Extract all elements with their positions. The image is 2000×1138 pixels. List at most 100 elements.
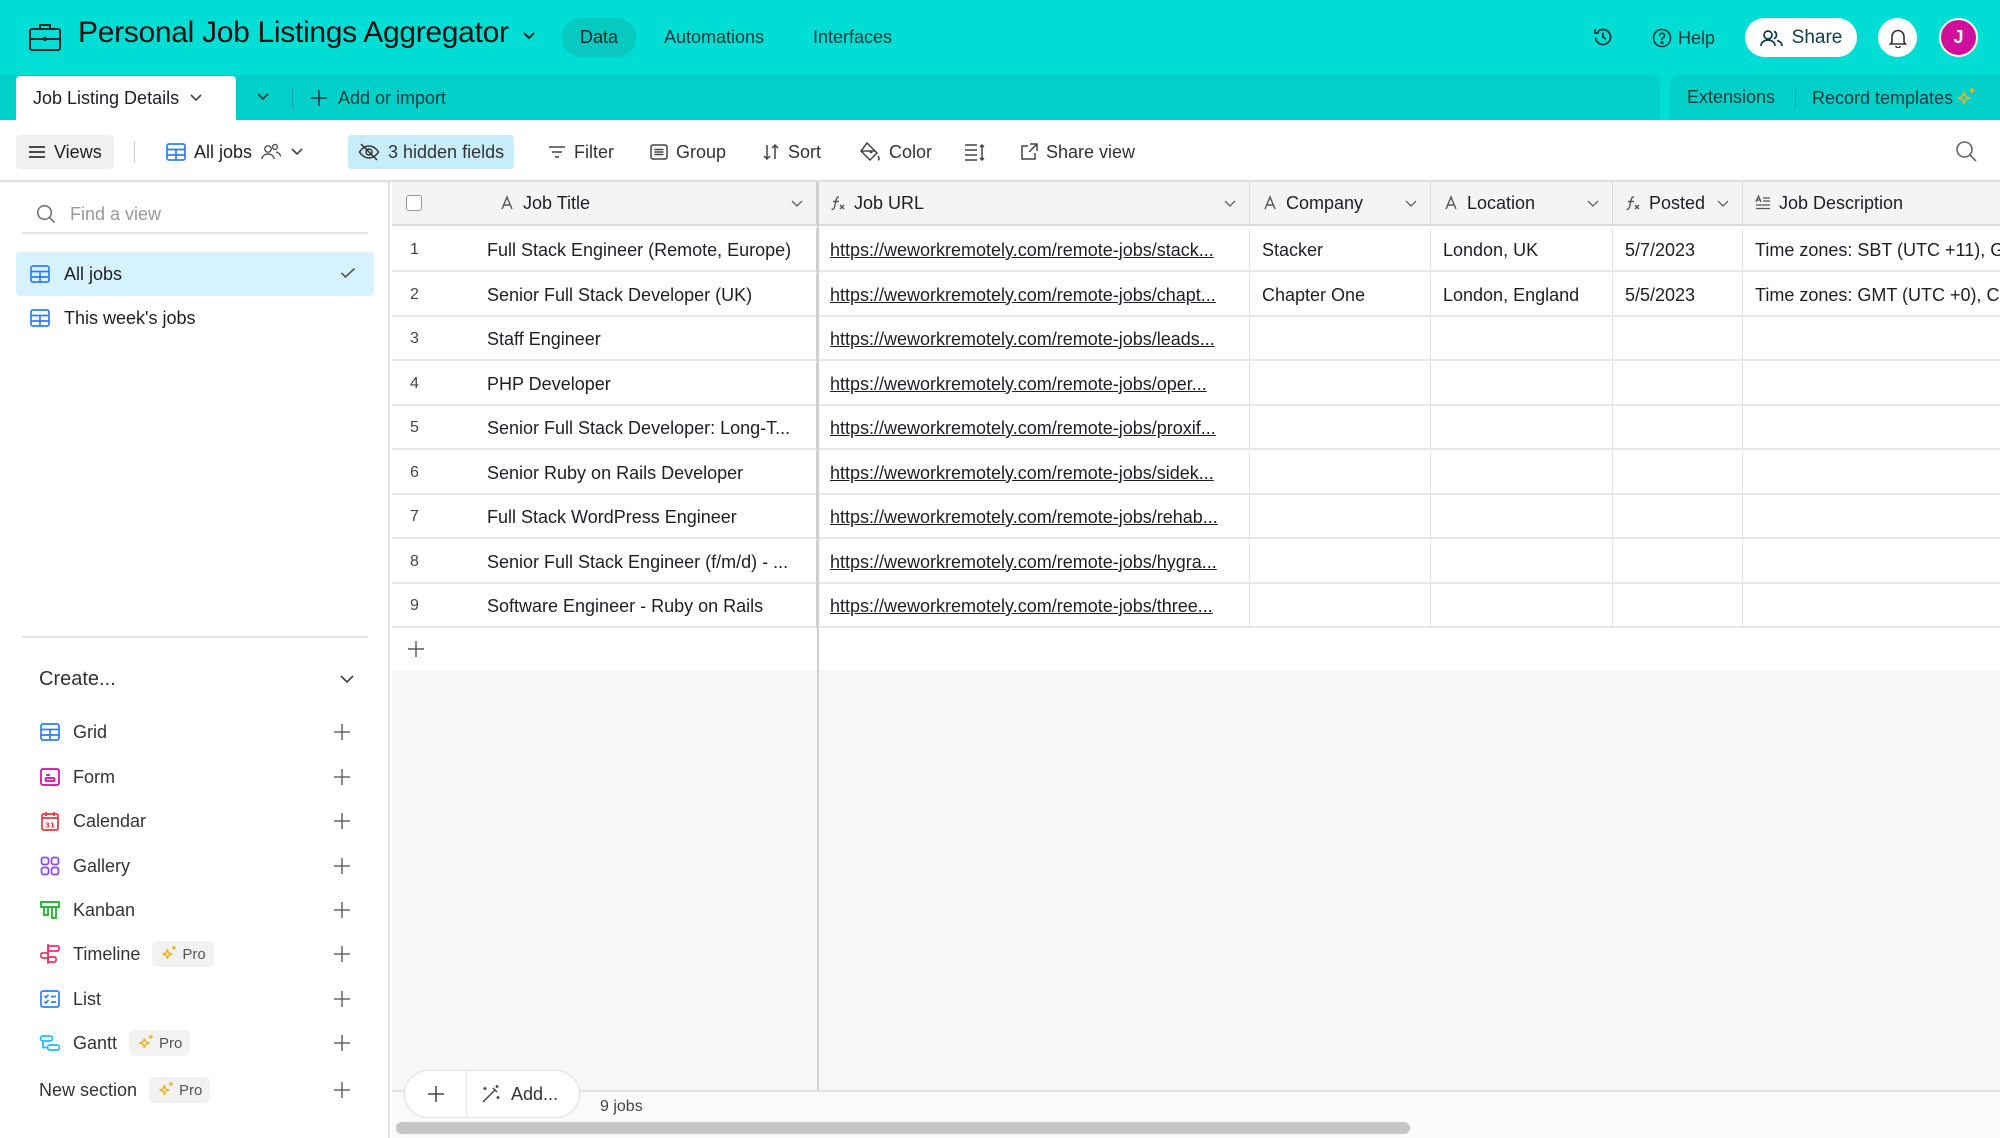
cell-url[interactable]: https://weworkremotely.com/remote-jobs/t…: [818, 584, 1250, 628]
cell-title[interactable]: Full Stack WordPress Engineer: [487, 495, 818, 539]
cell-posted[interactable]: [1613, 317, 1743, 361]
cell-desc[interactable]: Time zones: SBT (UTC +11), G: [1743, 228, 2000, 272]
cell-url[interactable]: https://weworkremotely.com/remote-jobs/s…: [818, 450, 1250, 495]
extensions-button[interactable]: Extensions: [1687, 87, 1775, 108]
base-title[interactable]: Personal Job Listings Aggregator: [78, 16, 509, 50]
cell-location[interactable]: London, UK: [1431, 228, 1613, 272]
cell-title[interactable]: Senior Full Stack Developer (UK): [487, 272, 818, 317]
cell-company[interactable]: [1250, 317, 1431, 361]
cell-location[interactable]: [1431, 495, 1613, 539]
chevron-down-icon[interactable]: [521, 30, 537, 42]
add-or-import-button[interactable]: Add or import: [310, 85, 446, 111]
tab-job-listing-details[interactable]: Job Listing Details: [16, 76, 236, 120]
cell-title[interactable]: Full Stack Engineer (Remote, Europe): [487, 228, 818, 272]
plus-icon[interactable]: [333, 1034, 351, 1052]
create-form[interactable]: Form: [39, 757, 355, 797]
create-kanban[interactable]: Kanban: [39, 890, 355, 930]
table-row[interactable]: 9 Software Engineer - Ruby on Rails https:…: [392, 584, 2000, 628]
cell-posted[interactable]: 5/7/2023: [1613, 228, 1743, 272]
nav-interfaces[interactable]: Interfaces: [795, 18, 910, 57]
cell-company[interactable]: [1250, 361, 1431, 406]
table-row[interactable]: 8 Senior Full Stack Engineer (f/m/d) - ..…: [392, 539, 2000, 584]
cell-posted[interactable]: [1613, 495, 1743, 539]
add-record-row[interactable]: [392, 628, 818, 670]
cell-desc[interactable]: [1743, 540, 2000, 584]
nav-automations[interactable]: Automations: [646, 18, 782, 57]
color-button[interactable]: Color: [849, 135, 942, 169]
chevron-down-icon[interactable]: [1223, 199, 1237, 209]
cell-posted[interactable]: 5/5/2023: [1613, 272, 1743, 317]
create-gallery[interactable]: Gallery: [39, 846, 355, 886]
column-header-job-url[interactable]: Job URL: [818, 182, 1250, 226]
view-item-this-weeks-jobs[interactable]: This week's jobs: [16, 296, 374, 340]
create-timeline[interactable]: Timeline Pro: [39, 934, 355, 974]
cell-desc[interactable]: Time zones: GMT (UTC +0), C: [1743, 273, 2000, 317]
plus-icon[interactable]: [333, 857, 351, 875]
create-calendar[interactable]: 31 Calendar: [39, 801, 355, 841]
column-header-posted[interactable]: Posted: [1613, 182, 1743, 226]
chevron-down-icon[interactable]: [1716, 199, 1730, 209]
plus-icon[interactable]: [333, 1081, 351, 1099]
chevron-down-icon[interactable]: [1404, 199, 1418, 209]
cell-company[interactable]: Stacker: [1250, 228, 1431, 272]
cell-location[interactable]: London, England: [1431, 272, 1613, 317]
column-header-company[interactable]: Company: [1250, 182, 1431, 226]
group-button[interactable]: Group: [640, 135, 736, 169]
share-view-button[interactable]: Share view: [1010, 135, 1145, 169]
cell-desc[interactable]: [1743, 451, 2000, 495]
cell-title[interactable]: Senior Full Stack Engineer (f/m/d) - ...: [487, 539, 818, 584]
nav-data[interactable]: Data: [562, 18, 637, 57]
plus-icon[interactable]: [333, 812, 351, 830]
cell-posted[interactable]: [1613, 450, 1743, 495]
cell-company[interactable]: [1250, 406, 1431, 450]
views-toggle-button[interactable]: Views: [16, 135, 114, 169]
create-grid[interactable]: Grid: [39, 712, 355, 752]
record-templates-button[interactable]: Record templates: [1812, 87, 1977, 109]
cell-url[interactable]: https://weworkremotely.com/remote-jobs/o…: [818, 361, 1250, 406]
cell-desc[interactable]: [1743, 406, 2000, 450]
column-header-job-description[interactable]: Job Description: [1743, 182, 2000, 226]
hidden-fields-button[interactable]: 3 hidden fields: [348, 135, 515, 169]
cell-url[interactable]: https://weworkremotely.com/remote-jobs/c…: [818, 272, 1250, 317]
plus-icon[interactable]: [333, 901, 351, 919]
cell-posted[interactable]: [1613, 584, 1743, 628]
cell-company[interactable]: [1250, 495, 1431, 539]
column-header-location[interactable]: Location: [1431, 182, 1613, 226]
cell-desc[interactable]: [1743, 362, 2000, 406]
cell-title[interactable]: Senior Full Stack Developer: Long-T...: [487, 406, 818, 450]
row-height-button[interactable]: [954, 135, 996, 169]
cell-desc[interactable]: [1743, 317, 2000, 361]
cell-location[interactable]: [1431, 584, 1613, 628]
chevron-down-icon[interactable]: [189, 93, 203, 103]
share-button[interactable]: Share: [1745, 18, 1857, 57]
cell-title[interactable]: Senior Ruby on Rails Developer: [487, 450, 818, 495]
cell-location[interactable]: [1431, 361, 1613, 406]
table-row[interactable]: 7 Full Stack WordPress Engineer https://we…: [392, 495, 2000, 539]
cell-company[interactable]: [1250, 450, 1431, 495]
cell-posted[interactable]: [1613, 539, 1743, 584]
plus-icon[interactable]: [333, 945, 351, 963]
column-header-job-title[interactable]: Job Title: [487, 182, 818, 226]
sort-button[interactable]: Sort: [752, 135, 831, 169]
cell-posted[interactable]: [1613, 406, 1743, 450]
create-list[interactable]: List: [39, 979, 355, 1019]
cell-url[interactable]: https://weworkremotely.com/remote-jobs/l…: [818, 317, 1250, 361]
cell-url[interactable]: https://weworkremotely.com/remote-jobs/p…: [818, 406, 1250, 450]
cell-title[interactable]: Staff Engineer: [487, 317, 818, 361]
create-new-section[interactable]: New section Pro: [39, 1070, 355, 1110]
add-record-button[interactable]: [405, 1071, 467, 1117]
cell-url[interactable]: https://weworkremotely.com/remote-jobs/s…: [818, 228, 1250, 272]
notifications-button[interactable]: [1878, 18, 1917, 57]
create-section-toggle[interactable]: Create...: [39, 662, 355, 696]
cell-location[interactable]: [1431, 406, 1613, 450]
table-row[interactable]: 3 Staff Engineer https://weworkremotely.co…: [392, 317, 2000, 361]
table-row[interactable]: 5 Senior Full Stack Developer: Long-T... h…: [392, 406, 2000, 450]
cell-desc[interactable]: [1743, 584, 2000, 628]
filter-button[interactable]: Filter: [538, 135, 624, 169]
cell-company[interactable]: [1250, 584, 1431, 628]
cell-posted[interactable]: [1613, 361, 1743, 406]
chevron-down-icon[interactable]: [790, 199, 804, 209]
current-view-button[interactable]: All jobs: [156, 135, 314, 169]
cell-url[interactable]: https://weworkremotely.com/remote-jobs/h…: [818, 539, 1250, 584]
avatar[interactable]: J: [1939, 18, 1978, 57]
